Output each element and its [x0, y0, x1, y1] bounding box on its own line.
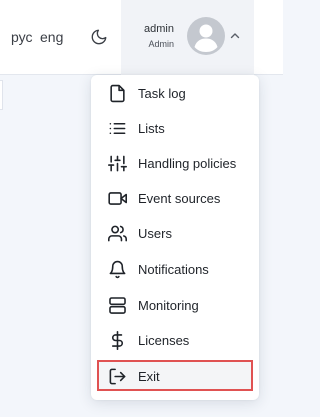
user-avatar-icon: [186, 16, 226, 56]
video-camera-icon: [108, 189, 127, 208]
menu-item-monitoring[interactable]: Monitoring: [97, 289, 253, 322]
user-name: admin: [144, 23, 174, 35]
menu-item-label: Monitoring: [138, 298, 199, 313]
menu-item-licenses[interactable]: Licenses: [97, 324, 253, 357]
menu-item-handling-policies[interactable]: Handling policies: [97, 147, 253, 180]
menu-item-label: Users: [138, 226, 172, 241]
menu-item-notifications[interactable]: Notifications: [97, 253, 253, 286]
top-bar: рус eng admin Admin: [0, 0, 283, 75]
menu-item-label: Event sources: [138, 191, 221, 206]
dollar-icon: [108, 331, 127, 350]
menu-item-label: Licenses: [138, 333, 190, 348]
user-menu-toggle[interactable]: admin Admin: [121, 0, 254, 75]
bell-icon: [108, 260, 127, 279]
logout-icon: [108, 367, 127, 386]
menu-item-users[interactable]: Users: [97, 217, 253, 250]
user-role: Admin: [148, 39, 174, 49]
file-icon: [108, 84, 127, 103]
menu-item-event-sources[interactable]: Event sources: [97, 182, 253, 215]
user-dropdown-menu: Task log Lists Handling policies Event s…: [91, 75, 259, 400]
users-icon: [108, 224, 127, 243]
menu-item-label: Lists: [138, 121, 165, 136]
chevron-up-icon: [230, 32, 240, 40]
menu-item-exit[interactable]: Exit: [97, 360, 253, 391]
menu-item-label: Notifications: [138, 262, 209, 277]
menu-item-label: Task log: [138, 86, 186, 101]
language-en-button[interactable]: eng: [40, 29, 63, 45]
sliders-icon: [108, 154, 127, 173]
list-icon: [108, 119, 127, 138]
moon-icon[interactable]: [90, 28, 108, 46]
server-icon: [108, 296, 127, 315]
menu-item-label: Exit: [138, 369, 160, 384]
menu-item-lists[interactable]: Lists: [97, 112, 253, 145]
language-ru-button[interactable]: рус: [11, 29, 32, 45]
content-panel-edge: [0, 80, 3, 110]
menu-item-label: Handling policies: [138, 156, 237, 171]
menu-item-task-log[interactable]: Task log: [97, 77, 253, 110]
